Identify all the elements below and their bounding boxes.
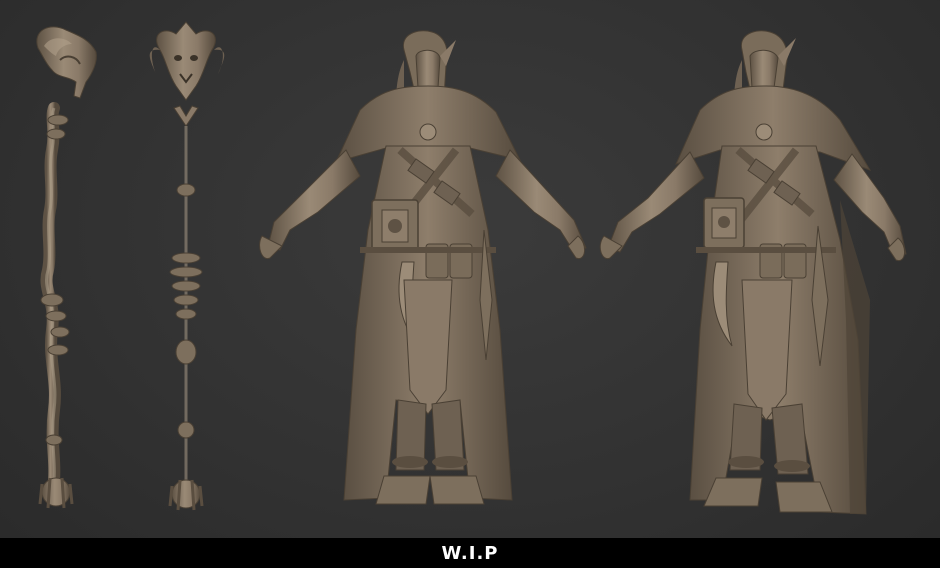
character-three-quarter-view	[599, 30, 907, 515]
staff-side-view	[36, 26, 97, 509]
wip-caption: W.I.P	[441, 542, 499, 564]
staff-front-view	[149, 21, 225, 511]
character-front-view	[259, 30, 587, 505]
caption-bar: W.I.P	[0, 538, 940, 568]
sculpt-scene	[36, 21, 907, 515]
image-canvas: W.I.P	[0, 0, 940, 568]
